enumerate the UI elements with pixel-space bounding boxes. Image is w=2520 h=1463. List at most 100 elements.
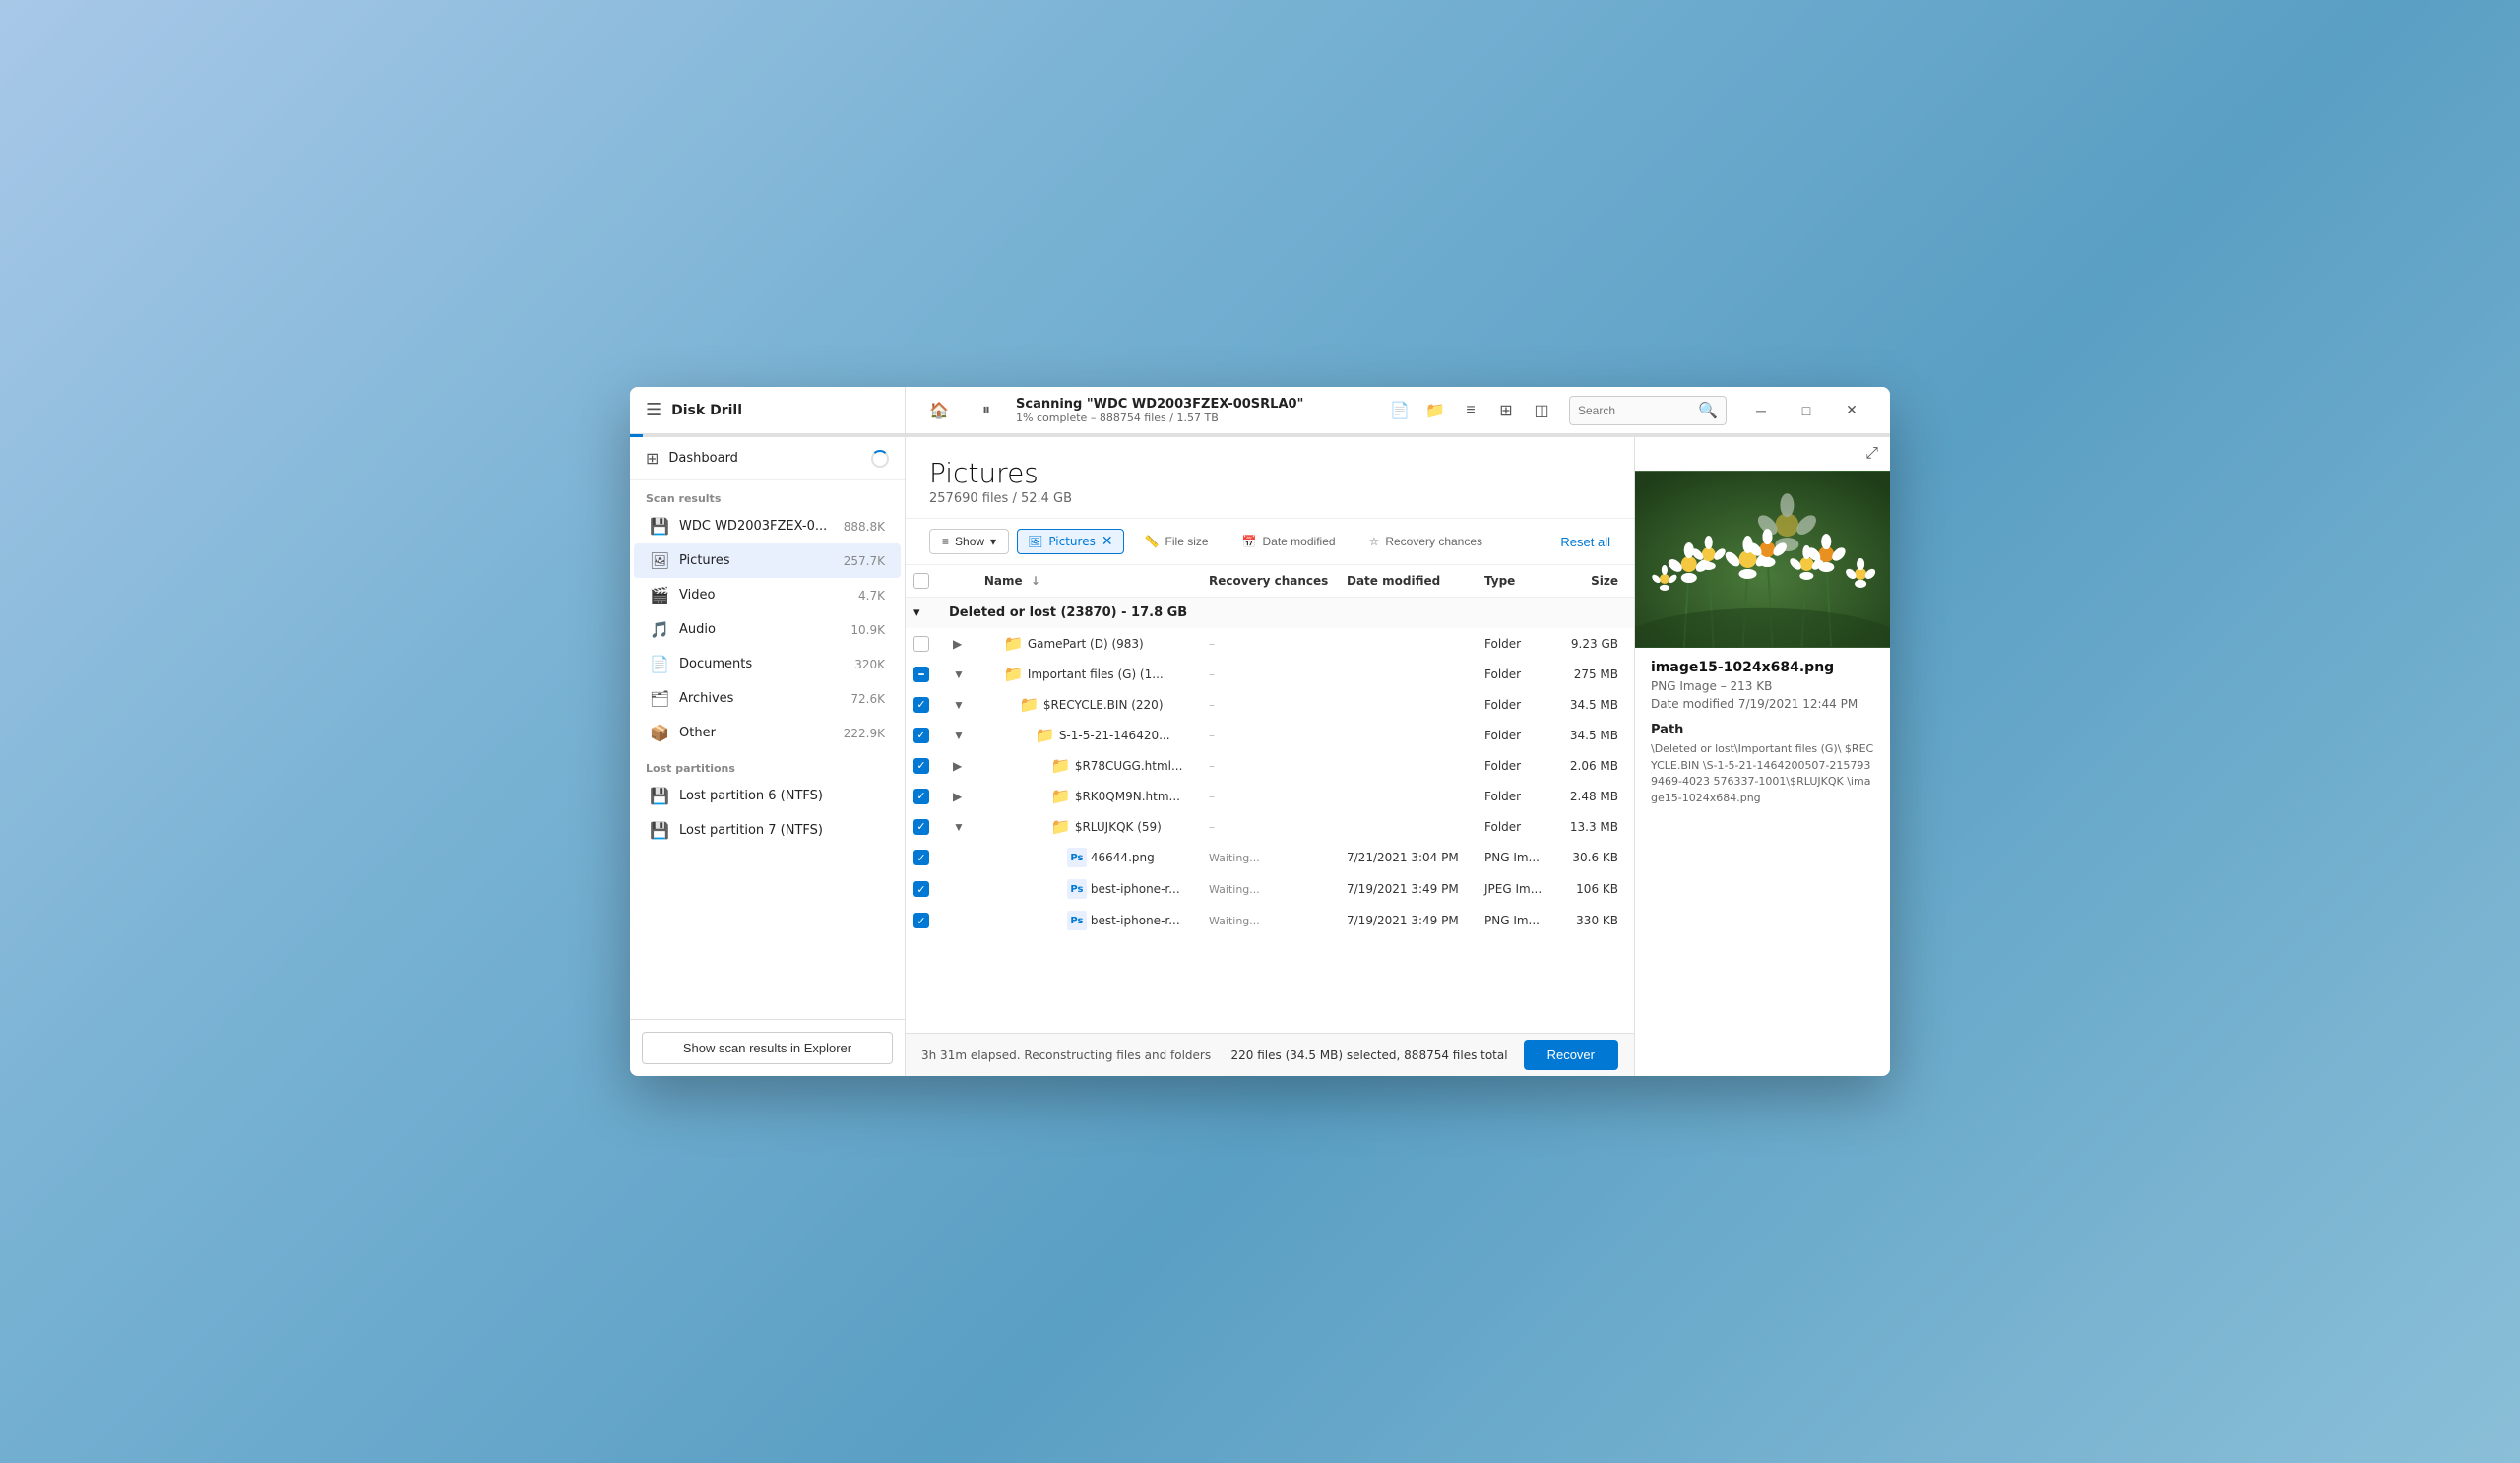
table-row[interactable]: ✓ Ps best-iphone-r... <box>906 905 1634 936</box>
row-checkbox-s1521[interactable]: ✓ <box>914 728 929 743</box>
table-row[interactable]: ✓ ▶ 📁 $RK0QM9N.htm... <box>906 781 1634 811</box>
date-modified-filter-button[interactable]: 📅 Date modified <box>1229 529 1349 554</box>
expand-cell[interactable]: ▶ <box>941 781 976 811</box>
sidebar-header[interactable]: ⊞ Dashboard <box>630 437 905 480</box>
grid-view-button[interactable]: ⊞ <box>1490 395 1522 426</box>
waiting-badge-3: Waiting... <box>1209 915 1260 927</box>
date-cell <box>1339 628 1477 659</box>
expand-button-gamepart[interactable]: ▶ <box>949 635 966 653</box>
open-folder-button[interactable]: 📁 <box>1419 395 1451 426</box>
row-checkbox-important[interactable]: – <box>914 667 929 682</box>
expand-cell[interactable]: ▼ <box>941 659 976 689</box>
table-row[interactable]: ✓ ▼ 📁 S-1-5-21-146420... <box>906 720 1634 750</box>
table-row[interactable]: ▶ 📁 GamePart (D) (983) – Folder <box>906 628 1634 659</box>
size-cell: 9.23 GB <box>1555 628 1634 659</box>
check-cell[interactable]: ✓ <box>906 689 941 720</box>
close-button[interactable]: ✕ <box>1829 387 1874 434</box>
sidebar-item-lp6[interactable]: 💾 Lost partition 6 (NTFS) <box>634 779 901 813</box>
dashboard-icon: ⊞ <box>646 449 659 468</box>
row-checkbox-rlujkqk[interactable]: ✓ <box>914 819 929 835</box>
maximize-button[interactable]: □ <box>1784 387 1829 434</box>
expand-button-rk0qm9n[interactable]: ▶ <box>949 788 966 805</box>
th-type[interactable]: Type <box>1477 565 1555 598</box>
sidebar-item-other[interactable]: 📦 Other 222.9K <box>634 716 901 750</box>
check-cell[interactable] <box>906 628 941 659</box>
sidebar-item-lp7[interactable]: 💾 Lost partition 7 (NTFS) <box>634 813 901 848</box>
row-checkbox-46644[interactable]: ✓ <box>914 850 929 865</box>
expand-button-rlujkqk[interactable]: ▼ <box>949 818 969 836</box>
sidebar-item-wdc[interactable]: 💾 WDC WD2003FZEX-0... 888.8K <box>634 509 901 543</box>
check-cell[interactable]: ✓ <box>906 750 941 781</box>
expand-cell[interactable]: ▶ <box>941 628 976 659</box>
sidebar-item-audio[interactable]: 🎵 Audio 10.9K <box>634 612 901 647</box>
pause-button[interactable]: ⏸ <box>969 393 1004 428</box>
th-size[interactable]: Size <box>1555 565 1634 598</box>
sidebar-item-documents[interactable]: 📄 Documents 320K <box>634 647 901 681</box>
recovery-chances-filter-button[interactable]: ☆ Recovery chances <box>1356 529 1495 554</box>
search-box[interactable]: 🔍 <box>1569 396 1727 425</box>
size-cell: 2.48 MB <box>1555 781 1634 811</box>
app-window: ☰ Disk Drill 🏠 ⏸ Scanning "WDC WD2003FZE… <box>630 387 1890 1076</box>
search-icon: 🔍 <box>1698 401 1718 419</box>
check-cell[interactable]: ✓ <box>906 905 941 936</box>
row-checkbox-rk0qm9n[interactable]: ✓ <box>914 789 929 804</box>
table-row[interactable]: ✓ ▼ 📁 $RLUJKQK (59) <box>906 811 1634 842</box>
preview-open-external-button[interactable]: ⤢ <box>1865 445 1878 463</box>
reset-all-button[interactable]: Reset all <box>1560 535 1610 549</box>
row-checkbox-r78cugg[interactable]: ✓ <box>914 758 929 774</box>
row-checkbox-bestiphone1[interactable]: ✓ <box>914 881 929 897</box>
show-filter-button[interactable]: ≡ Show ▾ <box>929 529 1009 554</box>
table-row[interactable]: ✓ ▶ 📁 $R78CUGG.html... <box>906 750 1634 781</box>
expand-cell[interactable]: ▶ <box>941 750 976 781</box>
group-expand-cell[interactable]: ▾ <box>906 598 941 629</box>
type-cell: Folder <box>1477 781 1555 811</box>
th-date[interactable]: Date modified <box>1339 565 1477 598</box>
th-recovery[interactable]: Recovery chances <box>1201 565 1339 598</box>
th-name[interactable]: Name ↓ <box>976 565 1201 598</box>
expand-cell[interactable]: ▼ <box>941 811 976 842</box>
pictures-filter-chip[interactable]: 🖼 Pictures ✕ <box>1017 529 1124 554</box>
sidebar-item-video[interactable]: 🎬 Video 4.7K <box>634 578 901 612</box>
check-cell[interactable]: ✓ <box>906 781 941 811</box>
expand-cell[interactable]: ▼ <box>941 689 976 720</box>
table-row[interactable]: ✓ ▼ 📁 $RECYCLE.BIN (220) <box>906 689 1634 720</box>
recovery-cell: Waiting... <box>1201 842 1339 873</box>
recovery-cell: – <box>1201 689 1339 720</box>
name-cell-important: 📁 Important files (G) (1... <box>984 665 1193 683</box>
sidebar-item-archives[interactable]: 🗂 Archives 72.6K <box>634 681 901 716</box>
table-row[interactable]: – ▼ 📁 Important files (G) (1... <box>906 659 1634 689</box>
recover-button[interactable]: Recover <box>1524 1040 1618 1070</box>
show-explorer-button[interactable]: Show scan results in Explorer <box>642 1032 893 1064</box>
table-row[interactable]: ✓ Ps 46644.png Waiting <box>906 842 1634 873</box>
expand-button-important[interactable]: ▼ <box>949 666 969 683</box>
search-input[interactable] <box>1578 404 1692 417</box>
list-view-button[interactable]: ≡ <box>1455 395 1486 426</box>
check-cell[interactable]: ✓ <box>906 811 941 842</box>
row-checkbox-gamepart[interactable] <box>914 636 929 652</box>
home-button[interactable]: 🏠 <box>921 393 957 428</box>
date-cell <box>1339 811 1477 842</box>
check-cell[interactable]: – <box>906 659 941 689</box>
expand-button-r78cugg[interactable]: ▶ <box>949 757 966 775</box>
content-subtitle: 257690 files / 52.4 GB <box>929 491 1610 506</box>
expand-cell[interactable]: ▼ <box>941 720 976 750</box>
file-table-container[interactable]: – Name ↓ Recovery chances <box>906 565 1634 1033</box>
row-checkbox-recycle[interactable]: ✓ <box>914 697 929 713</box>
check-cell[interactable]: ✓ <box>906 720 941 750</box>
expand-button-s1521[interactable]: ▼ <box>949 727 969 744</box>
sidebar-item-other-label: Other <box>679 726 834 740</box>
minimize-button[interactable]: ─ <box>1738 387 1784 434</box>
select-all-checkbox[interactable]: – <box>914 573 929 589</box>
new-file-button[interactable]: 📄 <box>1384 395 1416 426</box>
expand-button-recycle[interactable]: ▼ <box>949 696 969 714</box>
pictures-chip-close[interactable]: ✕ <box>1102 535 1113 548</box>
table-row[interactable]: ✓ Ps best-iphone-r... <box>906 873 1634 905</box>
check-cell[interactable]: ✓ <box>906 873 941 905</box>
check-cell[interactable]: ✓ <box>906 842 941 873</box>
preview-path-label: Path <box>1651 723 1874 737</box>
file-size-filter-button[interactable]: 📏 File size <box>1132 529 1222 554</box>
preview-image <box>1635 471 1890 648</box>
sidebar-item-pictures[interactable]: 🖼 Pictures 257.7K <box>634 543 901 578</box>
row-checkbox-bestiphone2[interactable]: ✓ <box>914 913 929 928</box>
preview-view-button[interactable]: ◫ <box>1526 395 1557 426</box>
